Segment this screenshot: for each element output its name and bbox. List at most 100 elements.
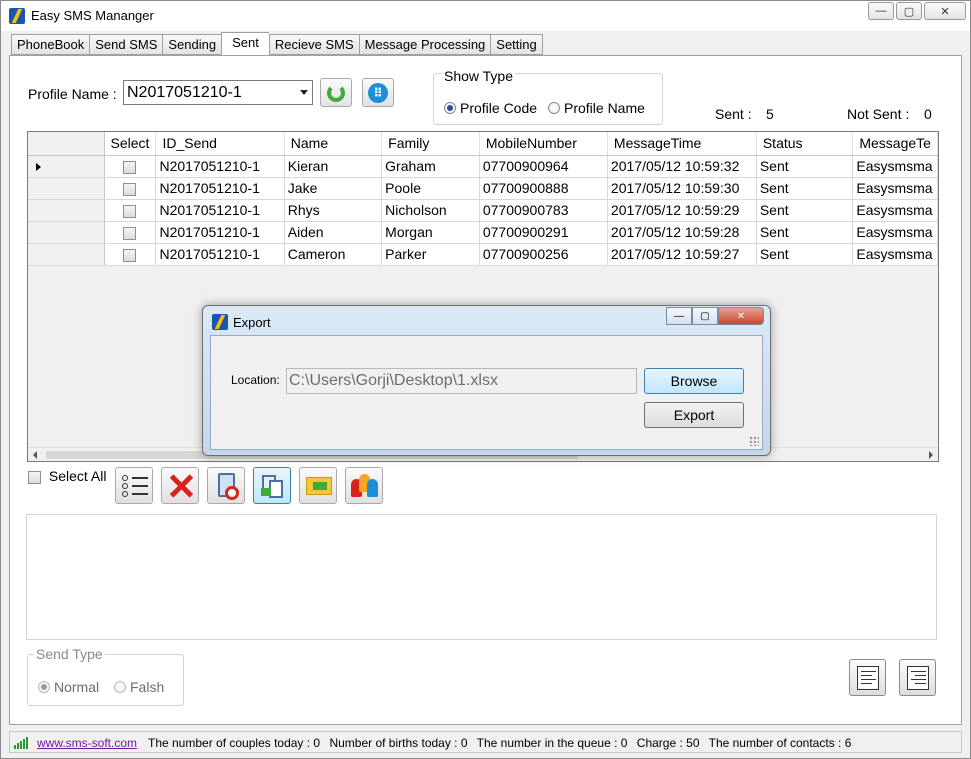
keypad-button[interactable]: ⠿ (362, 78, 394, 107)
row-header[interactable] (28, 199, 105, 222)
table-row[interactable]: N2017051210-1 Cameron Parker 07700900256… (28, 243, 938, 266)
select-all-checkbox[interactable]: Select All (28, 468, 106, 484)
row-checkbox[interactable] (123, 248, 137, 262)
cell-family[interactable]: Poole (381, 177, 480, 200)
cell-message-text[interactable]: Easysmsma (852, 177, 938, 200)
cell-id-send[interactable]: N2017051210-1 (155, 155, 285, 178)
dialog-minimize-button[interactable]: — (666, 307, 692, 325)
cell-family[interactable]: Parker (381, 243, 480, 266)
tab-sent[interactable]: Sent (221, 32, 269, 55)
tab-setting[interactable]: Setting (490, 34, 543, 55)
cell-family[interactable]: Nicholson (381, 199, 480, 222)
tab-send-sms[interactable]: Send SMS (89, 34, 163, 55)
export-confirm-button[interactable]: Export (644, 402, 744, 428)
column-header-message-text[interactable]: MessageTe (852, 132, 938, 156)
tab-phonebook[interactable]: PhoneBook (11, 34, 90, 55)
cell-name[interactable]: Jake (284, 177, 383, 200)
cell-id-send[interactable]: N2017051210-1 (155, 243, 285, 266)
table-row[interactable]: N2017051210-1 Jake Poole 07700900888 201… (28, 177, 938, 200)
scroll-left-icon[interactable] (33, 451, 37, 459)
close-button[interactable]: ✕ (924, 2, 966, 20)
cell-message-time[interactable]: 2017/05/12 10:59:30 (607, 177, 757, 200)
dialog-close-button[interactable]: ✕ (718, 307, 764, 325)
row-header[interactable] (28, 177, 105, 200)
cell-message-text[interactable]: Easysmsma (852, 155, 938, 178)
row-checkbox[interactable] (123, 182, 137, 196)
cell-mobile-number[interactable]: 07700900256 (479, 243, 608, 266)
column-header-family[interactable]: Family (381, 132, 480, 156)
tab-message-processing[interactable]: Message Processing (358, 34, 491, 55)
radio-normal[interactable]: Normal (38, 679, 99, 695)
refresh-button[interactable] (320, 78, 352, 107)
cell-status[interactable]: Sent (756, 243, 854, 266)
cell-name[interactable]: Rhys (284, 199, 383, 222)
cell-message-time[interactable]: 2017/05/12 10:59:28 (607, 221, 757, 244)
table-row[interactable]: N2017051210-1 Aiden Morgan 07700900291 2… (28, 221, 938, 244)
minimize-button[interactable]: — (868, 2, 894, 20)
cell-select[interactable] (104, 177, 157, 200)
cell-select[interactable] (104, 243, 157, 266)
cell-status[interactable]: Sent (756, 221, 854, 244)
align-right-button[interactable] (899, 659, 936, 696)
cell-message-time[interactable]: 2017/05/12 10:59:32 (607, 155, 757, 178)
column-header-status[interactable]: Status (756, 132, 854, 156)
radio-profile-name[interactable]: Profile Name (548, 100, 645, 116)
radio-indicator[interactable] (548, 102, 560, 114)
scroll-right-icon[interactable] (929, 451, 933, 459)
delete-button[interactable] (161, 467, 199, 504)
row-header[interactable] (28, 221, 105, 244)
radio-indicator[interactable] (444, 102, 456, 114)
cell-name[interactable]: Cameron (284, 243, 383, 266)
trash-button[interactable] (207, 467, 245, 504)
column-header-id-send[interactable]: ID_Send (155, 132, 285, 156)
cell-family[interactable]: Graham (381, 155, 480, 178)
cell-select[interactable] (104, 199, 157, 222)
cell-id-send[interactable]: N2017051210-1 (155, 221, 285, 244)
resize-grip-icon[interactable] (749, 436, 759, 446)
row-checkbox[interactable] (123, 226, 137, 240)
cell-select[interactable] (104, 155, 157, 178)
list-button[interactable] (115, 467, 153, 504)
cell-message-text[interactable]: Easysmsma (852, 199, 938, 222)
maximize-button[interactable]: ▢ (896, 2, 922, 20)
profile-name-select[interactable]: N2017051210-1 (123, 80, 313, 105)
radio-profile-code[interactable]: Profile Code (444, 100, 537, 116)
location-field[interactable]: C:\Users\Gorji\Desktop\1.xlsx (286, 368, 637, 394)
cell-select[interactable] (104, 221, 157, 244)
cell-family[interactable]: Morgan (381, 221, 480, 244)
browse-button[interactable]: Browse (644, 368, 744, 394)
cell-name[interactable]: Kieran (284, 155, 383, 178)
tab-recieve-sms[interactable]: Recieve SMS (268, 34, 359, 55)
cell-mobile-number[interactable]: 07700900291 (479, 221, 608, 244)
cell-id-send[interactable]: N2017051210-1 (155, 177, 285, 200)
cell-mobile-number[interactable]: 07700900888 (479, 177, 608, 200)
group-button[interactable] (345, 467, 383, 504)
radio-falsh[interactable]: Falsh (114, 679, 164, 695)
cell-mobile-number[interactable]: 07700900783 (479, 199, 608, 222)
radio-indicator[interactable] (38, 681, 50, 693)
table-row[interactable]: N2017051210-1 Kieran Graham 07700900964 … (28, 155, 938, 178)
cell-message-text[interactable]: Easysmsma (852, 221, 938, 244)
column-header-message-time[interactable]: MessageTime (607, 132, 757, 156)
cell-name[interactable]: Aiden (284, 221, 383, 244)
column-header-name[interactable]: Name (284, 132, 383, 156)
table-row[interactable]: N2017051210-1 Rhys Nicholson 07700900783… (28, 199, 938, 222)
cell-message-time[interactable]: 2017/05/12 10:59:29 (607, 199, 757, 222)
export-button[interactable] (253, 467, 291, 504)
row-header[interactable] (28, 243, 105, 266)
cell-id-send[interactable]: N2017051210-1 (155, 199, 285, 222)
dialog-maximize-button[interactable]: ▢ (692, 307, 718, 325)
column-header-mobile-number[interactable]: MobileNumber (479, 132, 608, 156)
website-link[interactable]: www.sms-soft.com (37, 736, 137, 750)
cell-mobile-number[interactable]: 07700900964 (479, 155, 608, 178)
mail-button[interactable] (299, 467, 337, 504)
align-left-button[interactable] (849, 659, 886, 696)
row-checkbox[interactable] (123, 160, 137, 174)
row-header[interactable] (28, 155, 105, 178)
message-text-area[interactable] (26, 514, 937, 640)
cell-message-time[interactable]: 2017/05/12 10:59:27 (607, 243, 757, 266)
cell-message-text[interactable]: Easysmsma (852, 243, 938, 266)
row-checkbox[interactable] (123, 204, 137, 218)
cell-status[interactable]: Sent (756, 155, 854, 178)
cell-status[interactable]: Sent (756, 177, 854, 200)
